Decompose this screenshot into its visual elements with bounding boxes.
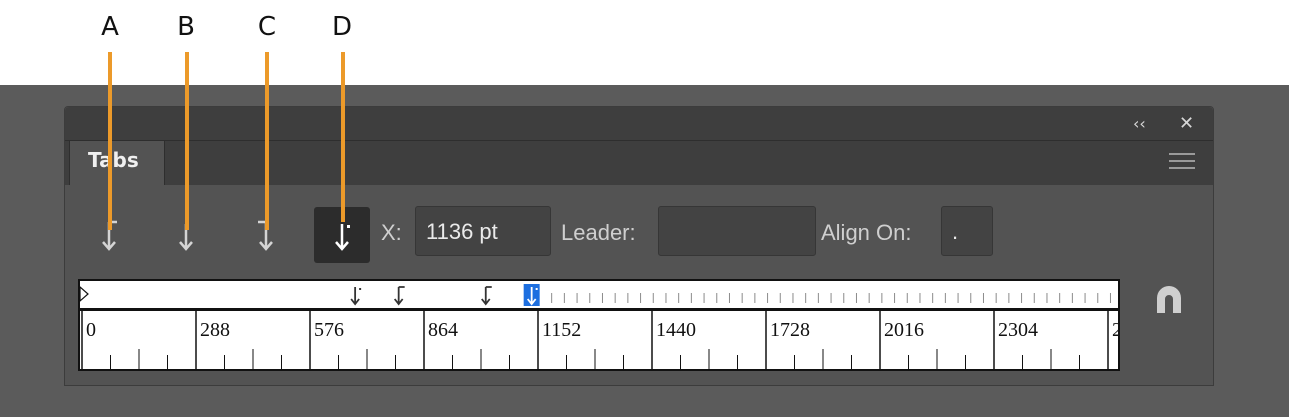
leader-label: Leader: bbox=[561, 220, 636, 245]
ruler-label: 1440 bbox=[656, 319, 696, 341]
ruler-label: 576 bbox=[314, 319, 344, 341]
tab-stop-strip-graphics bbox=[79, 284, 1111, 306]
align-on-input[interactable]: . bbox=[941, 206, 993, 256]
callout-line-d bbox=[341, 52, 345, 222]
decimal-tab-stop[interactable] bbox=[523, 284, 540, 306]
x-label: X: bbox=[381, 220, 402, 245]
callout-line-b bbox=[185, 52, 189, 230]
left-tab-stop[interactable] bbox=[481, 286, 492, 306]
tab-tabs[interactable]: Tabs bbox=[69, 141, 165, 185]
leader-input[interactable] bbox=[658, 206, 816, 256]
left-tab-stop[interactable] bbox=[393, 286, 405, 306]
tab-stop-strip[interactable] bbox=[79, 281, 1118, 311]
ruler-scale: 0 288 576 864 1152 1440 1728 2016 2304 2 bbox=[80, 311, 1122, 371]
hamburger-menu-icon[interactable] bbox=[1169, 153, 1195, 173]
decimal-justified-tab-icon bbox=[335, 224, 350, 251]
collapse-panel-button[interactable]: ‹‹ bbox=[1133, 114, 1146, 133]
callout-d: D bbox=[331, 12, 353, 42]
callout-c: C bbox=[257, 12, 277, 42]
close-panel-button[interactable]: ✕ bbox=[1179, 113, 1194, 134]
ruler-label: 288 bbox=[200, 319, 230, 341]
left-indent-marker[interactable] bbox=[79, 285, 89, 303]
callout-b: B bbox=[177, 12, 195, 42]
tab-tabs-label: Tabs bbox=[88, 148, 139, 172]
magnet-icon bbox=[1157, 286, 1181, 313]
ruler-label: 2 bbox=[1112, 319, 1118, 341]
ruler-scale-graphics: 0 288 576 864 1152 1440 1728 2016 2304 2 bbox=[81, 311, 1122, 369]
panel-tabbar: Tabs bbox=[65, 141, 1213, 185]
ruler-label: 864 bbox=[428, 319, 458, 341]
tab-ruler[interactable]: 0 288 576 864 1152 1440 1728 2016 2304 2 bbox=[78, 279, 1122, 371]
snap-above-frame-button[interactable] bbox=[1151, 281, 1187, 315]
decimal-tab-stop[interactable] bbox=[350, 287, 362, 306]
callout-a: A bbox=[101, 12, 119, 42]
ruler-label: 1728 bbox=[770, 319, 810, 341]
callout-line-a bbox=[108, 52, 112, 230]
align-on-label: Align On: bbox=[821, 220, 912, 245]
ruler-label: 0 bbox=[86, 319, 96, 341]
x-position-input[interactable]: 1136 pt bbox=[415, 206, 551, 256]
ruler-label: 2016 bbox=[884, 319, 924, 341]
callout-line-c bbox=[265, 52, 269, 230]
ruler-label: 1152 bbox=[542, 319, 581, 341]
ruler-label: 2304 bbox=[998, 319, 1038, 341]
panel-header: ‹‹ ✕ bbox=[65, 107, 1213, 141]
